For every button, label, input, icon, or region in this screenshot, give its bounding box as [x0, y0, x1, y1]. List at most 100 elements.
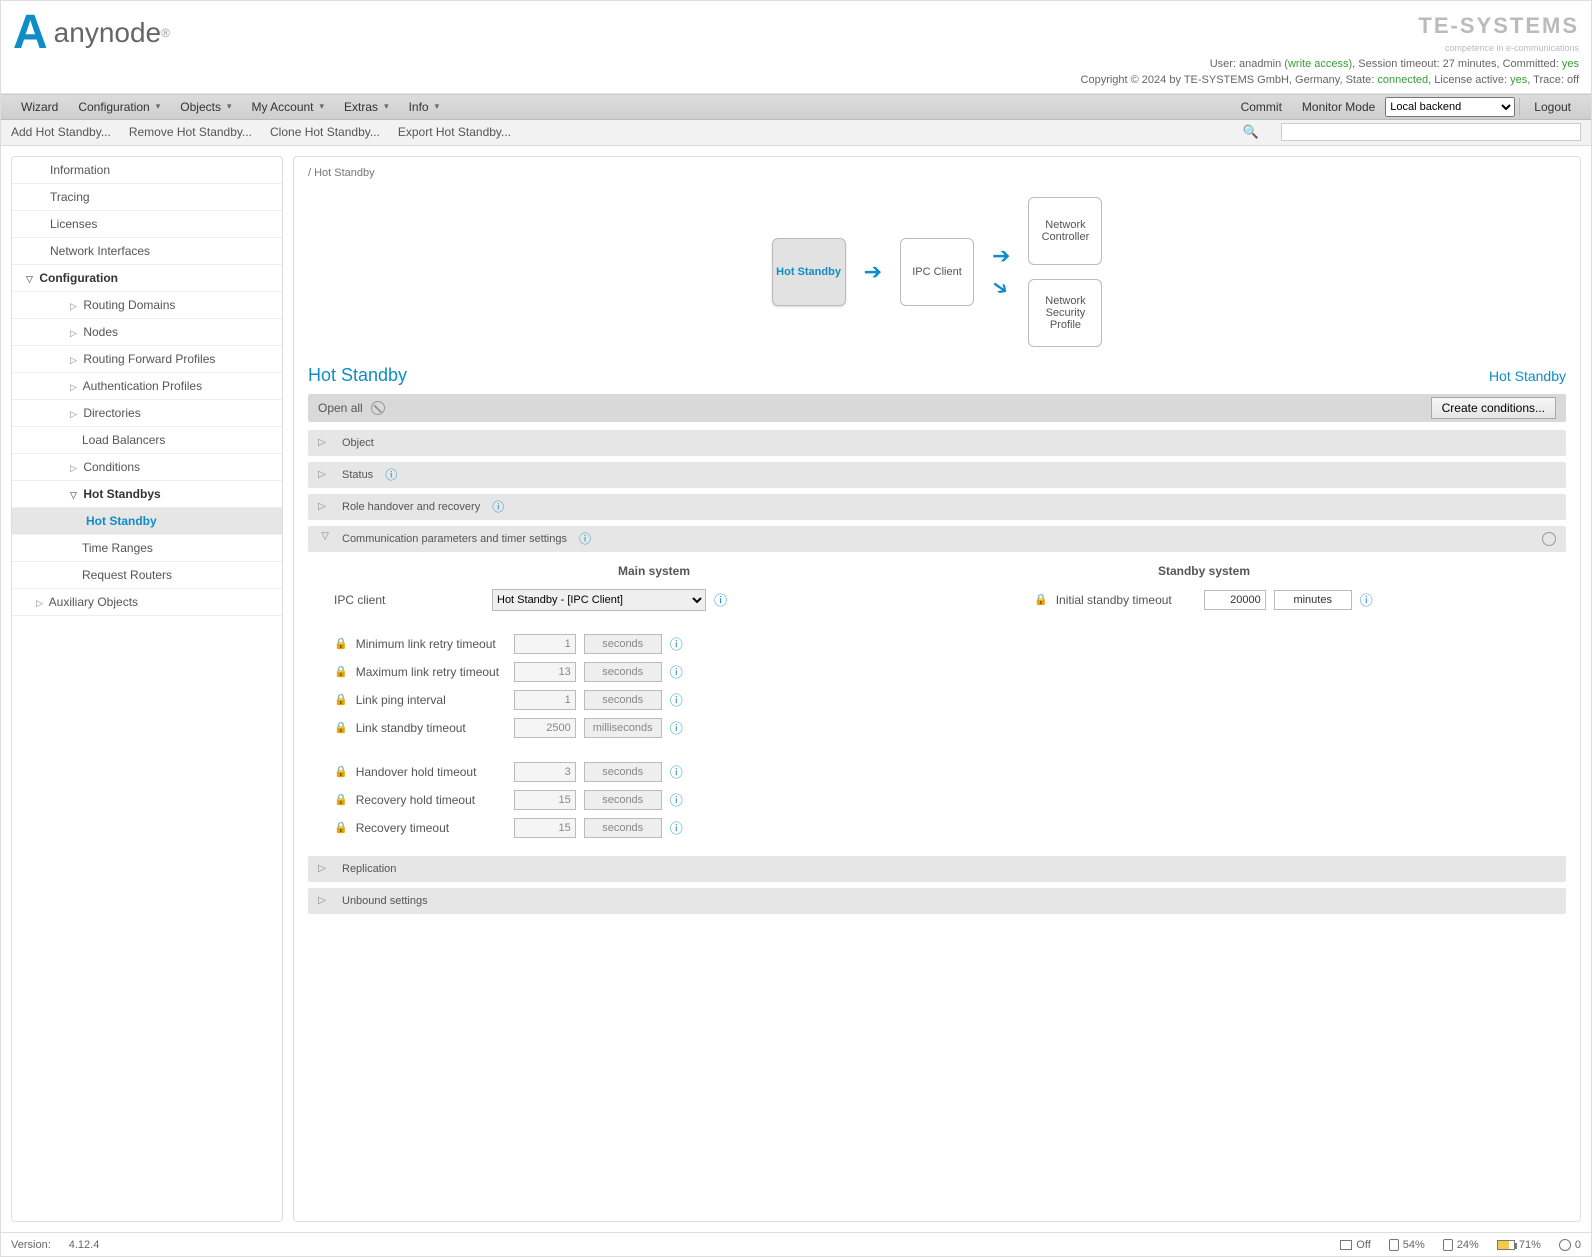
help-icon[interactable]: ⓘ: [670, 818, 683, 837]
recovery-timeout-label: Recovery timeout: [356, 821, 506, 835]
menu-my-account[interactable]: My Account: [241, 100, 334, 114]
page-title-right: Hot Standby: [1489, 368, 1566, 384]
create-conditions-button[interactable]: Create conditions...: [1431, 397, 1556, 419]
unit-seconds: seconds: [584, 818, 662, 838]
recovery-hold-label: Recovery hold timeout: [356, 793, 506, 807]
section-unbound[interactable]: ▷ Unbound settings: [308, 888, 1566, 914]
help-icon[interactable]: ⓘ: [670, 662, 683, 681]
copyright: Copyright © 2024 by TE-SYSTEMS GmbH, Ger…: [1081, 74, 1375, 86]
open-all-link[interactable]: Open all: [318, 401, 363, 415]
nav-time-ranges[interactable]: Time Ranges: [12, 535, 282, 562]
min-link-retry-label: Minimum link retry timeout: [356, 637, 506, 651]
arrow-icon: ➔: [864, 259, 882, 285]
nav-tracing[interactable]: Tracing: [12, 184, 282, 211]
nav-auxiliary-objects[interactable]: ▷ Auxiliary Objects: [12, 589, 282, 616]
nav-authentication-profiles[interactable]: ▷ Authentication Profiles: [12, 373, 282, 400]
diagram-hot-standby[interactable]: Hot Standby: [772, 238, 846, 306]
unit-seconds: seconds: [584, 634, 662, 654]
nav-load-balancers[interactable]: Load Balancers: [12, 427, 282, 454]
chevron-right-icon: ▷: [318, 863, 330, 874]
nav-nodes[interactable]: ▷ Nodes: [12, 319, 282, 346]
nav-hot-standby-item[interactable]: Hot Standby: [12, 508, 282, 535]
registered-icon: ®: [161, 26, 170, 40]
session-value: 27 minutes: [1443, 58, 1497, 70]
handover-hold-label: Handover hold timeout: [356, 765, 506, 779]
link-ping-input[interactable]: [514, 690, 576, 710]
unit-seconds: seconds: [584, 790, 662, 810]
initial-standby-label: Initial standby timeout: [1056, 593, 1196, 607]
committed-label: , Committed:: [1496, 58, 1558, 70]
link-standby-label: Link standby timeout: [356, 721, 506, 735]
action-export-hot-standby[interactable]: Export Hot Standby...: [398, 125, 511, 139]
section-replication[interactable]: ▷ Replication: [308, 856, 1566, 882]
search-input[interactable]: [1281, 123, 1581, 141]
committed-value: yes: [1562, 58, 1579, 70]
help-icon[interactable]: ⓘ: [714, 590, 727, 609]
section-status[interactable]: ▷ Status ⓘ: [308, 462, 1566, 488]
nav-licenses[interactable]: Licenses: [12, 211, 282, 238]
section-object[interactable]: ▷ Object: [308, 430, 1566, 456]
help-icon[interactable]: ⓘ: [670, 762, 683, 781]
menu-logout[interactable]: Logout: [1524, 100, 1581, 114]
nav-directories[interactable]: ▷ Directories: [12, 400, 282, 427]
backend-select[interactable]: Local backend: [1385, 97, 1515, 117]
help-icon[interactable]: ⓘ: [670, 790, 683, 809]
help-icon[interactable]: ⓘ: [385, 466, 397, 483]
trace-value: off: [1567, 74, 1579, 86]
standby-system-heading: Standby system: [1034, 564, 1374, 578]
action-add-hot-standby[interactable]: Add Hot Standby...: [11, 125, 111, 139]
menu-monitor-mode[interactable]: Monitor Mode: [1292, 100, 1385, 114]
nav-routing-forward-profiles[interactable]: ▷ Routing Forward Profiles: [12, 346, 282, 373]
ipc-client-select[interactable]: Hot Standby - [IPC Client]: [492, 589, 706, 611]
status-network: 0: [1559, 1239, 1581, 1251]
action-clone-hot-standby[interactable]: Clone Hot Standby...: [270, 125, 380, 139]
menu-extras[interactable]: Extras: [334, 100, 399, 114]
menubar: Wizard Configuration Objects My Account …: [1, 94, 1591, 120]
menu-info[interactable]: Info: [399, 100, 450, 114]
initial-standby-input[interactable]: [1204, 590, 1266, 610]
section-comm-label: Communication parameters and timer setti…: [342, 533, 567, 545]
nav-hot-standbys-group[interactable]: ▽ Hot Standbys: [12, 481, 282, 508]
unit-seconds: seconds: [584, 662, 662, 682]
lock-icon: 🔒: [334, 693, 348, 706]
help-icon[interactable]: ⓘ: [579, 530, 591, 547]
menu-wizard[interactable]: Wizard: [11, 100, 68, 114]
nav-routing-domains[interactable]: ▷ Routing Domains: [12, 292, 282, 319]
version-label: Version:: [11, 1239, 51, 1251]
nav-conditions[interactable]: ▷ Conditions: [12, 454, 282, 481]
help-icon[interactable]: ⓘ: [492, 498, 504, 515]
trace-label: , Trace:: [1527, 74, 1564, 86]
app-header: A anynode® TE-SYSTEMS competence in e-co…: [1, 1, 1591, 94]
menu-commit[interactable]: Commit: [1231, 100, 1292, 114]
nav-configuration-group[interactable]: ▽ Configuration: [12, 265, 282, 292]
disk-icon: [1389, 1239, 1399, 1251]
lock-icon: 🔒: [334, 665, 348, 678]
min-link-retry-input[interactable]: [514, 634, 576, 654]
diagram-network-security-profile[interactable]: Network Security Profile: [1028, 279, 1102, 347]
help-icon[interactable]: ⓘ: [670, 634, 683, 653]
arrow-icon: ➔: [992, 243, 1010, 269]
menu-configuration[interactable]: Configuration: [68, 100, 170, 114]
diagram-network-controller[interactable]: Network Controller: [1028, 197, 1102, 265]
recovery-timeout-input[interactable]: [514, 818, 576, 838]
section-communication-params[interactable]: ▷ Communication parameters and timer set…: [308, 526, 1566, 552]
section-role-handover[interactable]: ▷ Role handover and recovery ⓘ: [308, 494, 1566, 520]
handover-hold-input[interactable]: [514, 762, 576, 782]
mail-icon: [1340, 1240, 1352, 1250]
help-icon[interactable]: ⓘ: [670, 690, 683, 709]
unit-minutes[interactable]: minutes: [1274, 590, 1352, 610]
nav-network-interfaces[interactable]: Network Interfaces: [12, 238, 282, 265]
battery-icon: [1497, 1240, 1515, 1250]
nav-information[interactable]: Information: [12, 157, 282, 184]
diagram-ipc-client[interactable]: IPC Client: [900, 238, 974, 306]
nav-request-routers[interactable]: Request Routers: [12, 562, 282, 589]
menu-objects[interactable]: Objects: [170, 100, 241, 114]
action-remove-hot-standby[interactable]: Remove Hot Standby...: [129, 125, 252, 139]
max-link-retry-input[interactable]: [514, 662, 576, 682]
link-ping-label: Link ping interval: [356, 693, 506, 707]
section-role-label: Role handover and recovery: [342, 501, 480, 513]
recovery-hold-input[interactable]: [514, 790, 576, 810]
help-icon[interactable]: ⓘ: [1360, 590, 1373, 609]
link-standby-input[interactable]: [514, 718, 576, 738]
help-icon[interactable]: ⓘ: [670, 718, 683, 737]
